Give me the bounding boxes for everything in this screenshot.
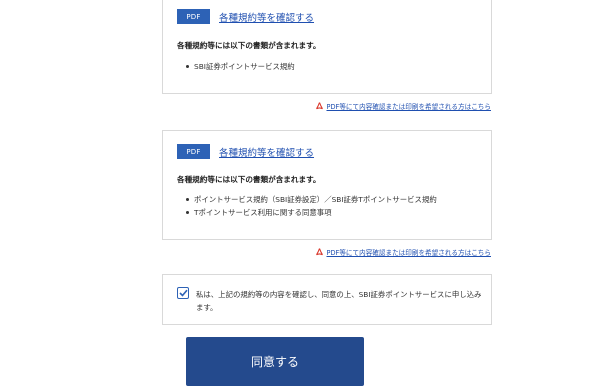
contains-heading-2: 各種規約等には以下の書類が含まれます。: [177, 175, 321, 184]
terms-panel-1: PDF 各種規約等を確認する 各種規約等には以下の書類が含まれます。 SBI証券…: [162, 0, 492, 94]
pdf-note-text: PDF等にて内容確認または印刷を希望される方はこちら: [326, 249, 491, 257]
view-terms-link-2[interactable]: 各種規約等を確認する: [219, 145, 314, 159]
list-item: ポイントサービス規約（SBI証券設定）／SBI証券Tポイントサービス規約: [185, 193, 437, 206]
pdf-note-text: PDF等にて内容確認または印刷を希望される方はこちら: [326, 103, 491, 111]
contains-heading-1: 各種規約等には以下の書類が含まれます。: [177, 41, 321, 50]
pdf-print-link-2[interactable]: PDF等にて内容確認または印刷を希望される方はこちら: [316, 247, 491, 257]
view-terms-link-1[interactable]: 各種規約等を確認する: [219, 10, 314, 24]
acrobat-pdf-icon: [316, 248, 324, 256]
terms-panel-2: PDF 各種規約等を確認する 各種規約等には以下の書類が含まれます。 ポイントサ…: [162, 130, 492, 240]
agree-submit-button[interactable]: 同意する: [186, 337, 364, 386]
acrobat-pdf-icon: [316, 102, 324, 110]
agree-checkbox[interactable]: [177, 287, 189, 299]
document-list-2: ポイントサービス規約（SBI証券設定）／SBI証券Tポイントサービス規約 Tポイ…: [185, 193, 437, 219]
document-list-1: SBI証券ポイントサービス規約: [185, 60, 295, 73]
list-item: Tポイントサービス利用に関する同意事項: [185, 206, 437, 219]
list-item: SBI証券ポイントサービス規約: [185, 60, 295, 73]
checkmark-icon: [178, 289, 188, 297]
doc-link-row-2: PDF 各種規約等を確認する: [177, 144, 314, 159]
pdf-print-link-1[interactable]: PDF等にて内容確認または印刷を希望される方はこちら: [316, 101, 491, 111]
doc-link-row-1: PDF 各種規約等を確認する: [177, 9, 314, 24]
agreement-text: 私は、上記の規約等の内容を確認し、同意の上、SBI証券ポイントサービスに申し込み…: [196, 290, 482, 312]
agreement-box: 私は、上記の規約等の内容を確認し、同意の上、SBI証券ポイントサービスに申し込み…: [162, 274, 492, 325]
pdf-badge: PDF: [177, 144, 210, 159]
pdf-badge: PDF: [177, 9, 210, 24]
